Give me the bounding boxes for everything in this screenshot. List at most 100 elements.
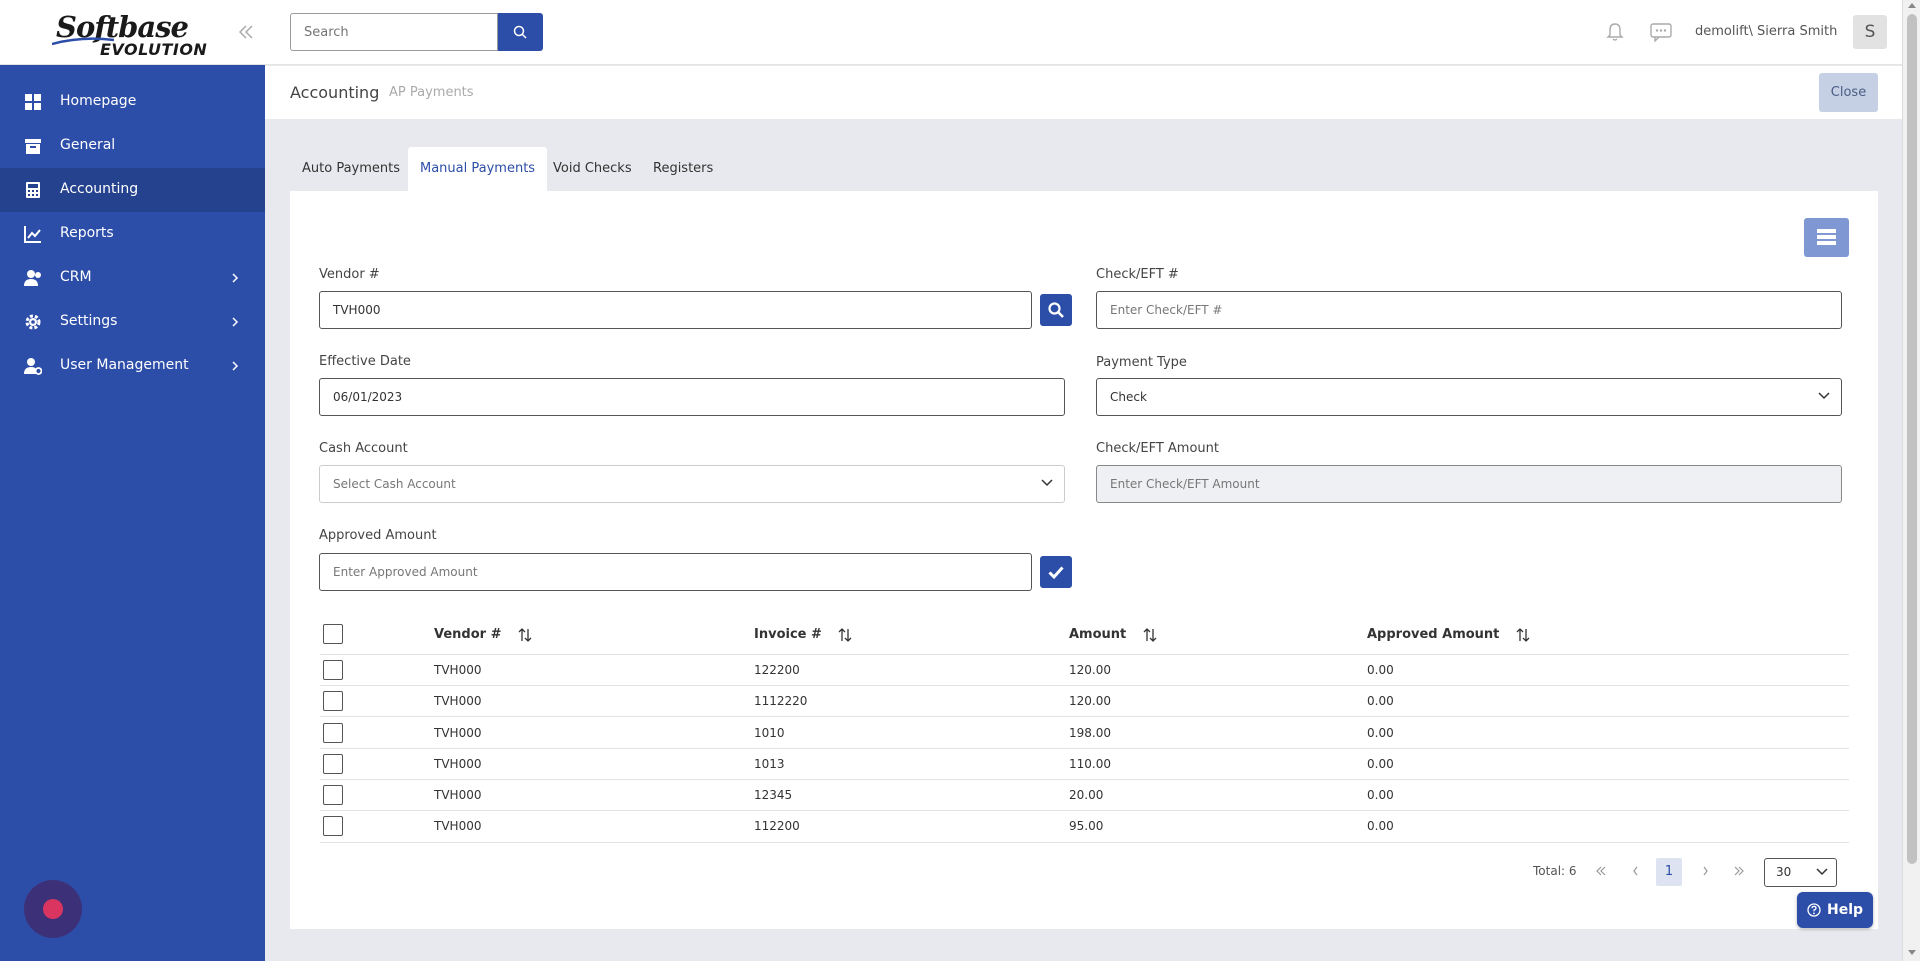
gear-icon <box>25 314 41 330</box>
vendor-search-button[interactable] <box>1040 294 1072 326</box>
archive-box-icon <box>25 139 41 154</box>
row-checkbox[interactable] <box>323 785 343 805</box>
check-amount-label: Check/EFT Amount <box>1096 441 1219 456</box>
sidebar-nav: Homepage General Accounting Reports CRM … <box>0 80 265 388</box>
row-checkbox[interactable] <box>323 816 343 836</box>
effective-date-label: Effective Date <box>319 354 411 369</box>
help-button[interactable]: Help <box>1797 892 1873 928</box>
scrollbar-thumb[interactable] <box>1907 14 1917 864</box>
table-cell-amount: 120.00 <box>1069 663 1111 677</box>
column-header-label: Vendor # <box>434 627 502 642</box>
column-header-label: Invoice # <box>754 627 822 642</box>
column-header-approved-amount[interactable]: Approved Amount <box>1367 627 1530 642</box>
table-cell-approved-amount: 0.00 <box>1367 694 1394 708</box>
sidebar-item-accounting[interactable]: Accounting <box>0 168 265 212</box>
row-checkbox[interactable] <box>323 754 343 774</box>
collapse-sidebar-icon[interactable] <box>236 22 256 42</box>
check-amount-field[interactable]: Enter Check/EFT Amount <box>1096 465 1842 503</box>
bell-icon[interactable] <box>1605 22 1625 42</box>
column-header-invoice[interactable]: Invoice # <box>754 627 852 642</box>
chat-widget-button[interactable] <box>24 880 82 938</box>
table-divider <box>320 842 1849 843</box>
softbase-logo[interactable]: Softbase EVOLUTION <box>52 8 207 60</box>
total-count: Total: 6 <box>1533 864 1577 878</box>
row-checkbox[interactable] <box>323 691 343 711</box>
help-label: Help <box>1827 902 1864 918</box>
avatar[interactable]: S <box>1853 15 1887 49</box>
last-page-button[interactable] <box>1726 858 1752 886</box>
column-header-vendor[interactable]: Vendor # <box>434 627 532 642</box>
table-cell-vendor: TVH000 <box>434 663 482 677</box>
user-name[interactable]: demolift\ Sierra Smith <box>1695 24 1837 39</box>
chat-status-icon <box>43 899 63 919</box>
search-input[interactable] <box>290 13 498 51</box>
search-button[interactable] <box>498 13 543 51</box>
sidebar-item-label: Homepage <box>60 93 137 109</box>
effective-date-field[interactable]: 06/01/2023 <box>319 378 1065 416</box>
sidebar-item-homepage[interactable]: Homepage <box>0 80 265 124</box>
question-circle-icon <box>1807 903 1821 917</box>
manual-payments-panel: Vendor # TVH000 Check/EFT # Enter Check/… <box>290 191 1878 929</box>
sidebar-item-reports[interactable]: Reports <box>0 212 265 256</box>
sidebar-item-general[interactable]: General <box>0 124 265 168</box>
sidebar-item-user-management[interactable]: User Management <box>0 344 265 388</box>
row-checkbox[interactable] <box>323 660 343 680</box>
sidebar: Softbase EVOLUTION Homepage General Acco… <box>0 0 265 961</box>
close-button[interactable]: Close <box>1819 73 1878 112</box>
checkmark-icon <box>1048 566 1064 580</box>
vendor-label: Vendor # <box>319 267 380 282</box>
column-header-amount[interactable]: Amount <box>1069 627 1157 642</box>
logo-text-bottom: EVOLUTION <box>100 40 208 59</box>
tab-void-checks[interactable]: Void Checks <box>541 147 644 191</box>
previous-page-button[interactable] <box>1623 858 1649 886</box>
table-divider <box>320 748 1849 749</box>
select-all-checkbox[interactable] <box>323 624 343 644</box>
approved-amount-label: Approved Amount <box>319 528 437 543</box>
message-icon[interactable] <box>1650 22 1672 42</box>
table-divider <box>320 685 1849 686</box>
sidebar-item-crm[interactable]: CRM <box>0 256 265 300</box>
vertical-scrollbar[interactable] <box>1902 0 1920 961</box>
breadcrumb-section[interactable]: Accounting <box>290 83 379 102</box>
double-chevron-left-icon <box>1596 866 1606 876</box>
tab-auto-payments[interactable]: Auto Payments <box>290 147 412 191</box>
table-cell-vendor: TVH000 <box>434 726 482 740</box>
cash-account-select[interactable]: Select Cash Account <box>319 465 1065 503</box>
vendor-field[interactable]: TVH000 <box>319 291 1032 329</box>
chevron-left-icon <box>1633 866 1638 876</box>
page-size-select[interactable]: 30 <box>1764 858 1837 887</box>
sidebar-item-settings[interactable]: Settings <box>0 300 265 344</box>
row-checkbox[interactable] <box>323 723 343 743</box>
payment-type-label: Payment Type <box>1096 355 1187 370</box>
check-number-field[interactable]: Enter Check/EFT # <box>1096 291 1842 329</box>
apply-approved-amount-button[interactable] <box>1040 556 1072 588</box>
tab-registers[interactable]: Registers <box>641 147 725 191</box>
cash-account-label: Cash Account <box>319 441 408 456</box>
first-page-button[interactable] <box>1588 858 1614 886</box>
table-divider <box>320 779 1849 780</box>
table-cell-amount: 198.00 <box>1069 726 1111 740</box>
sidebar-item-label: Accounting <box>60 181 139 197</box>
chevron-right-icon <box>1703 866 1708 876</box>
dashboard-icon <box>25 94 41 110</box>
table-divider <box>320 654 1849 655</box>
approved-amount-field[interactable]: Enter Approved Amount <box>319 553 1032 591</box>
sidebar-item-label: Settings <box>60 313 118 329</box>
page-number-button[interactable]: 1 <box>1656 858 1682 886</box>
layout-toggle-button[interactable] <box>1804 218 1849 257</box>
search-icon <box>1048 302 1064 318</box>
table-cell-approved-amount: 0.00 <box>1367 757 1394 771</box>
table-cell-amount: 120.00 <box>1069 694 1111 708</box>
tab-manual-payments[interactable]: Manual Payments <box>408 147 548 191</box>
list-layout-icon <box>1817 229 1836 245</box>
users-icon <box>24 270 41 286</box>
scroll-up-arrow-icon[interactable] <box>1908 3 1916 8</box>
payment-type-select[interactable]: Check <box>1096 378 1842 416</box>
sort-icon <box>1516 627 1530 642</box>
chevron-down-icon <box>1818 392 1830 400</box>
table-cell-approved-amount: 0.00 <box>1367 788 1394 802</box>
chevron-down-icon <box>1816 868 1828 876</box>
sort-icon <box>1143 627 1157 642</box>
next-page-button[interactable] <box>1692 858 1718 886</box>
scroll-down-arrow-icon[interactable] <box>1908 950 1916 955</box>
